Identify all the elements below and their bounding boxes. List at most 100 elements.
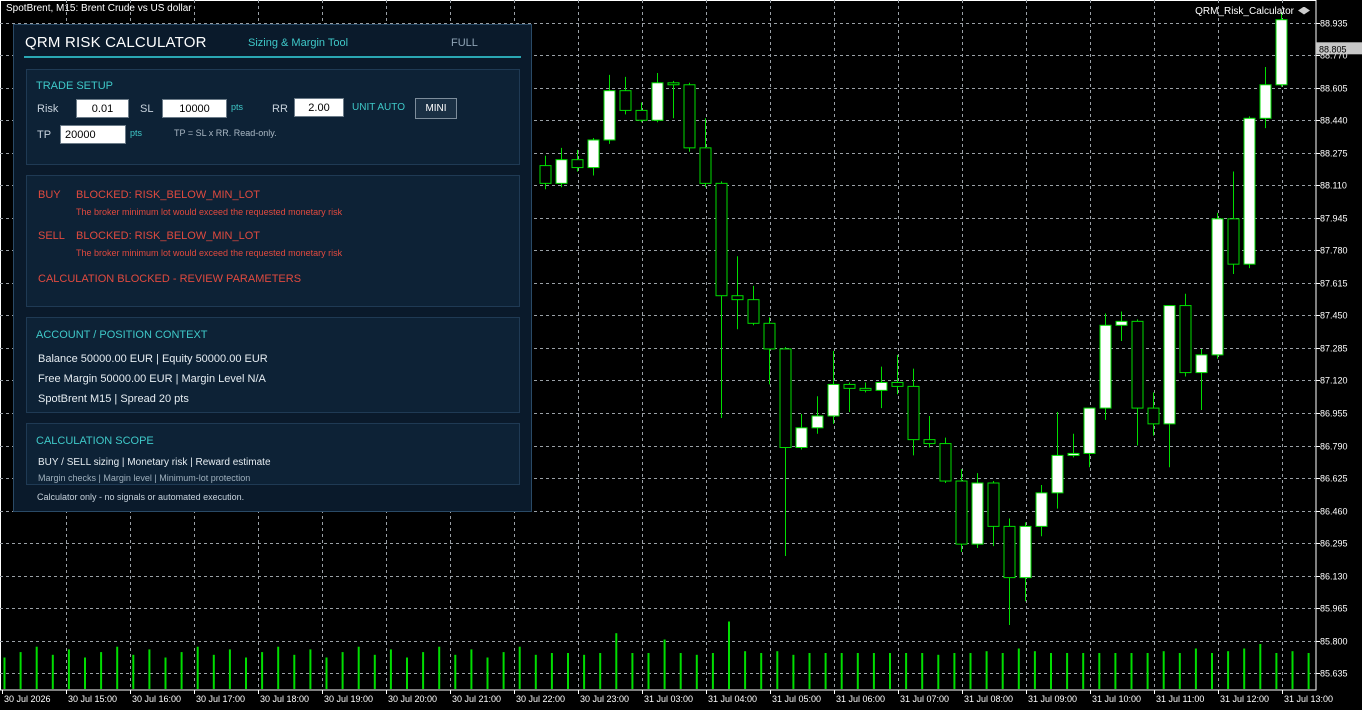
- sl-input[interactable]: [162, 99, 227, 118]
- time-tick-label: 31 Jul 06:00: [836, 694, 885, 704]
- price-tick-label: 88.935: [1320, 19, 1348, 29]
- sell-detail: The broker minimum lot would exceed the …: [76, 248, 343, 258]
- calculation-summary: CALCULATION BLOCKED - REVIEW PARAMETERS: [38, 273, 302, 285]
- time-tick-label: 31 Jul 07:00: [900, 694, 949, 704]
- mini-button[interactable]: MINI: [415, 98, 457, 119]
- time-tick-label: 30 Jul 21:00: [452, 694, 501, 704]
- time-tick-label: 31 Jul 10:00: [1092, 694, 1141, 704]
- tp-input: [60, 125, 126, 144]
- rr-input[interactable]: [294, 98, 344, 117]
- current-price-label: 88.805: [1319, 44, 1347, 54]
- scope-line-1: BUY / SELL sizing | Monetary risk | Rewa…: [38, 457, 271, 468]
- mode-tab-full[interactable]: FULL: [451, 37, 478, 49]
- price-tick-label: 88.110: [1320, 181, 1347, 191]
- price-tick-label: 87.450: [1320, 311, 1348, 321]
- candle-body: [763, 322, 776, 350]
- time-tick-label: 30 Jul 15:00: [68, 694, 117, 704]
- candle-body: [603, 90, 616, 141]
- candle-body: [779, 348, 792, 449]
- sl-label: SL: [140, 103, 154, 115]
- price-tick-label: 86.625: [1320, 474, 1348, 484]
- candle-body: [1099, 324, 1112, 409]
- scope-line-2: Margin checks | Margin level | Minimum-l…: [38, 473, 251, 483]
- candle-body: [907, 385, 920, 441]
- candle-body: [1211, 218, 1224, 356]
- panel-header: QRM RISK CALCULATOR Sizing & Margin Tool…: [14, 25, 531, 58]
- candle-body: [747, 299, 760, 324]
- time-tick-label: 30 Jul 16:00: [132, 694, 181, 704]
- header-divider: [24, 56, 521, 58]
- account-section: ACCOUNT / POSITION CONTEXT Balance 50000…: [26, 317, 520, 413]
- rr-label: RR: [272, 103, 288, 115]
- candle-body: [619, 90, 632, 111]
- tp-note: TP = SL x RR. Read-only.: [174, 128, 277, 138]
- candle-body: [1147, 407, 1160, 425]
- candle-body: [923, 439, 936, 445]
- candle-body: [555, 159, 568, 184]
- time-tick-label: 30 Jul 18:00: [260, 694, 309, 704]
- scope-title: CALCULATION SCOPE: [36, 435, 154, 447]
- unit-mode-label[interactable]: UNIT AUTO: [352, 102, 405, 113]
- price-tick-label: 87.285: [1320, 344, 1348, 354]
- scope-section: CALCULATION SCOPE BUY / SELL sizing | Mo…: [26, 423, 520, 485]
- sl-unit: pts: [231, 102, 244, 112]
- price-tick-label: 86.955: [1320, 409, 1348, 419]
- price-tick-label: 88.275: [1320, 149, 1348, 159]
- candle-body: [715, 182, 728, 297]
- risk-calculator-panel: QRM RISK CALCULATOR Sizing & Margin Tool…: [13, 24, 532, 512]
- price-tick-label: 86.460: [1320, 507, 1348, 517]
- price-tick-label: 87.945: [1320, 214, 1348, 224]
- candle-body: [875, 381, 888, 391]
- buy-label: BUY: [38, 189, 61, 201]
- candle-body: [699, 147, 712, 184]
- price-tick-label: 86.130: [1320, 572, 1348, 582]
- candle-body: [1051, 454, 1064, 494]
- trade-setup-section: TRADE SETUP Risk SL pts RR UNIT AUTO MIN…: [26, 69, 520, 165]
- indicator-label[interactable]: QRM_Risk_Calculator: [1195, 6, 1310, 17]
- sell-status: BLOCKED: RISK_BELOW_MIN_LOT: [76, 230, 260, 242]
- candle-body: [1115, 320, 1128, 326]
- indicator-name: QRM_Risk_Calculator: [1195, 6, 1294, 17]
- candle-body: [1259, 84, 1272, 119]
- candle-body: [955, 480, 968, 545]
- price-tick-label: 88.605: [1320, 84, 1348, 94]
- price-tick-label: 85.800: [1320, 637, 1348, 647]
- candle-body: [1019, 525, 1032, 579]
- candle-body: [651, 82, 664, 121]
- candle-body: [1035, 492, 1048, 527]
- panel-subtitle: Sizing & Margin Tool: [248, 37, 349, 49]
- account-title: ACCOUNT / POSITION CONTEXT: [36, 329, 208, 341]
- price-tick-label: 86.295: [1320, 539, 1348, 549]
- time-tick-label: 31 Jul 03:00: [644, 694, 693, 704]
- risk-input[interactable]: [76, 99, 129, 118]
- candle-body: [1163, 305, 1176, 425]
- candle-body: [1275, 19, 1288, 86]
- time-tick-label: 30 Jul 22:00: [516, 694, 565, 704]
- time-tick-label: 31 Jul 13:00: [1284, 694, 1333, 704]
- candle-body: [1067, 452, 1080, 456]
- price-tick-label: 85.965: [1320, 604, 1348, 614]
- candle-body: [1003, 525, 1016, 579]
- buy-detail: The broker minimum lot would exceed the …: [76, 207, 343, 217]
- risk-label: Risk: [37, 103, 59, 115]
- panel-title: QRM RISK CALCULATOR: [25, 34, 207, 51]
- time-tick-label: 30 Jul 2026: [4, 694, 51, 704]
- candle-body: [1131, 320, 1144, 409]
- results-section: BUY BLOCKED: RISK_BELOW_MIN_LOT The brok…: [26, 175, 520, 307]
- time-tick-label: 30 Jul 23:00: [580, 694, 629, 704]
- candle-body: [635, 109, 648, 121]
- candle-body: [987, 482, 1000, 527]
- candle-body: [971, 482, 984, 545]
- chart-title: SpotBrent, M15: Brent Crude vs US dollar: [6, 3, 192, 14]
- candle-body: [587, 139, 600, 169]
- time-tick-label: 31 Jul 12:00: [1220, 694, 1269, 704]
- price-tick-label: 87.120: [1320, 376, 1348, 386]
- time-tick-label: 31 Jul 08:00: [964, 694, 1013, 704]
- time-tick-label: 31 Jul 11:00: [1156, 694, 1204, 704]
- buy-status: BLOCKED: RISK_BELOW_MIN_LOT: [76, 189, 260, 201]
- price-tick-label: 85.635: [1320, 669, 1348, 679]
- candle-body: [571, 159, 584, 169]
- candle-body: [683, 84, 696, 149]
- tp-label: TP: [37, 129, 52, 141]
- time-tick-label: 31 Jul 09:00: [1028, 694, 1077, 704]
